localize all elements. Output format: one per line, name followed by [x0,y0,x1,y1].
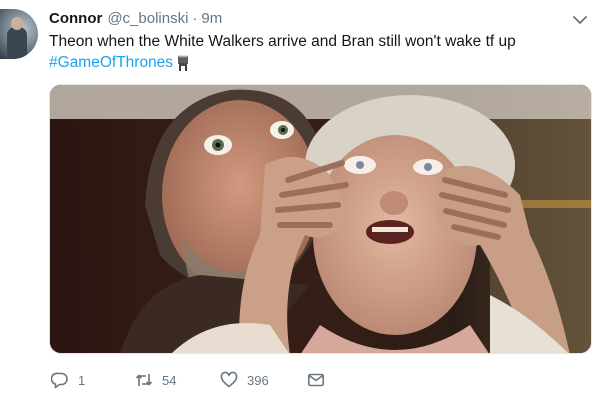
like-count: 396 [247,372,269,388]
reply-button[interactable]: 1 [51,370,85,390]
tweet-card[interactable]: Connor @c_bolinski · 9m Theon when the W… [0,0,600,400]
direct-message-button[interactable] [307,370,325,390]
envelope-icon [307,373,324,387]
retweet-count: 54 [162,372,177,388]
tweet-media-image[interactable] [49,84,592,354]
author-name[interactable]: Connor [49,10,102,27]
avatar-head [11,17,23,30]
iron-throne-icon [178,55,189,71]
header-separator: · [192,10,198,27]
tweet-timestamp[interactable]: 9m [201,10,222,27]
media-illustration [50,85,591,353]
reply-count: 1 [78,372,86,388]
retweet-icon [135,374,153,386]
tweet-header: Connor @c_bolinski · 9m [49,10,222,30]
chevron-down-icon[interactable] [571,13,589,27]
retweet-button[interactable]: 54 [135,370,176,390]
avatar[interactable] [0,9,38,59]
tweet-actions: 1 54 396 [49,370,349,390]
hashtag-line: #GameOfThrones [49,53,189,73]
tweet-text: Theon when the White Walkers arrive and … [49,33,516,50]
hashtag-link[interactable]: #GameOfThrones [49,54,173,72]
author-handle[interactable]: @c_bolinski [107,10,188,27]
heart-icon [220,371,238,388]
reply-icon [51,372,68,389]
like-button[interactable]: 396 [220,370,269,390]
avatar-figure [7,27,27,59]
